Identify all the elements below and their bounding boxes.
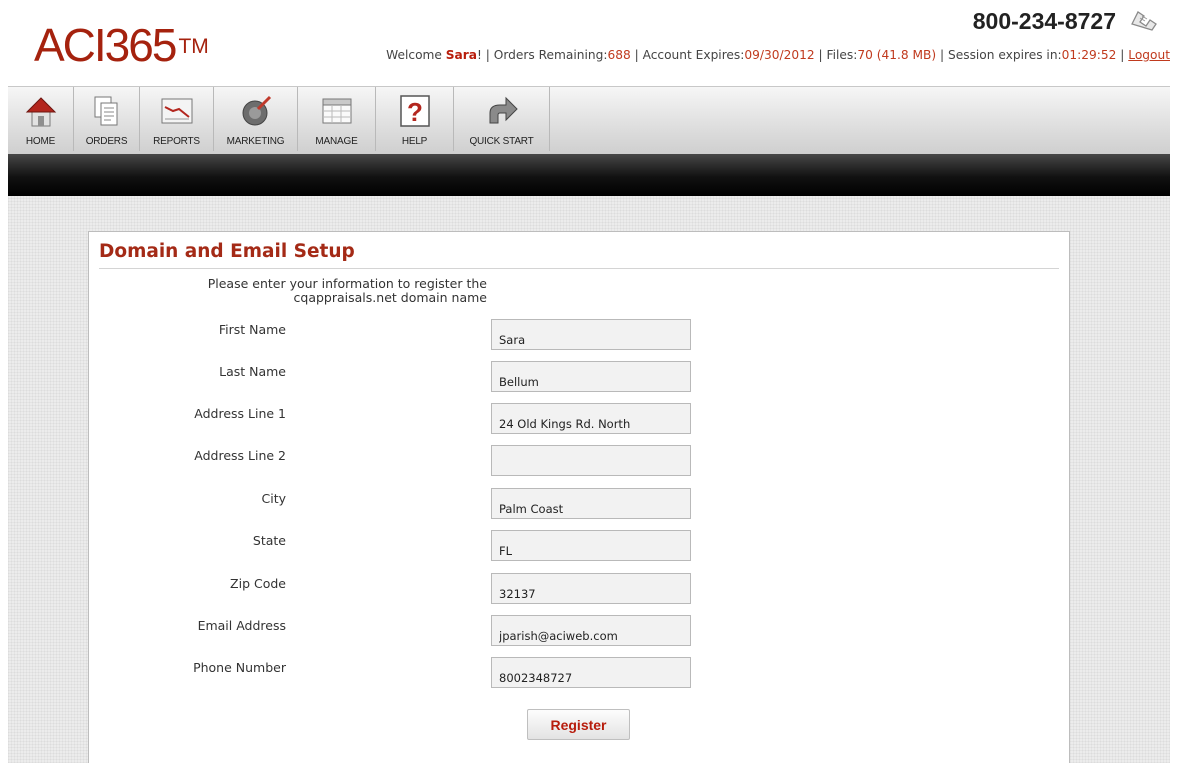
session-expires-label: | Session expires in: [936, 48, 1062, 62]
last-name-label: Last Name [219, 364, 286, 379]
intro-line-1: Please enter your information to registe… [207, 276, 487, 291]
form-row-email-address: Email Address [89, 615, 789, 647]
session-expires-value: 01:29:52 [1061, 48, 1117, 62]
toolbar-item-quick-start[interactable]: QUICK START [454, 87, 550, 151]
orders-remaining-label: ! | Orders Remaining: [477, 48, 608, 62]
toolbar-label-marketing: MARKETING [226, 136, 285, 147]
reports-icon [161, 98, 192, 124]
zip-code-field[interactable] [491, 573, 691, 604]
header: ACI365 TM 800-234-8727 Welcome Sara! | Or… [0, 0, 1178, 86]
help-icon: ? [399, 95, 430, 127]
city-label: City [261, 491, 287, 506]
files-label: | Files: [814, 48, 858, 62]
state-field[interactable] [491, 530, 691, 561]
account-expires-label: | Account Expires: [630, 48, 745, 62]
quick-start-icon [489, 96, 518, 124]
form-row-phone-number: Phone Number [89, 657, 789, 689]
address-line-1-field[interactable] [491, 403, 691, 434]
main-toolbar: HOME ORDERS REPORTS MARKETING MANAGE ? H… [8, 86, 1170, 154]
toolbar-label-home: HOME [25, 136, 56, 147]
toolbar-label-reports: REPORTS [153, 136, 200, 147]
svg-text:?: ? [407, 97, 423, 127]
orders-icon [94, 96, 117, 126]
toolbar-item-reports[interactable]: REPORTS [140, 87, 214, 151]
aci365-logo[interactable]: ACI365 TM [34, 20, 209, 70]
last-name-field[interactable] [491, 361, 691, 392]
city-field[interactable] [491, 488, 691, 519]
address-line-2-field[interactable] [491, 445, 691, 476]
nav-divider-bar [8, 154, 1170, 196]
first-name-field[interactable] [491, 319, 691, 350]
manage-icon [322, 98, 351, 124]
separator: | [1116, 48, 1129, 62]
account-expires-value: 09/30/2012 [744, 48, 815, 62]
state-label: State [252, 533, 286, 548]
register-button[interactable]: Register [527, 709, 630, 740]
title-divider [99, 268, 1059, 269]
files-value: 70 (41.8 MB) [857, 48, 937, 62]
toolbar-item-help[interactable]: ? HELP [376, 87, 454, 151]
toolbar-item-home[interactable]: HOME [8, 87, 74, 151]
welcome-prefix: Welcome [386, 48, 446, 62]
home-icon [25, 97, 56, 127]
page-title: Domain and Email Setup [99, 241, 355, 262]
toolbar-label-orders: ORDERS [85, 136, 128, 147]
account-status-line: Welcome Sara! | Orders Remaining:688 | A… [386, 48, 1170, 62]
orders-remaining-value: 688 [607, 48, 631, 62]
form-row-state: State [89, 530, 789, 562]
form-row-zip-code: Zip Code [89, 573, 789, 605]
form-row-city: City [89, 488, 789, 520]
form-row-last-name: Last Name [89, 361, 789, 393]
first-name-label: First Name [218, 322, 286, 337]
logout-link[interactable]: Logout [1128, 48, 1170, 62]
zip-code-label: Zip Code [230, 576, 286, 591]
form-row-first-name: First Name [89, 319, 789, 351]
email-address-field[interactable] [491, 615, 691, 646]
toolbar-label-manage: MANAGE [315, 136, 358, 147]
user-name: Sara [445, 48, 478, 62]
intro-line-2: cqappraisals.net domain name [293, 290, 487, 305]
address-line-2-label: Address Line 2 [194, 448, 286, 463]
logo-trademark: TM [178, 35, 209, 58]
logo-text: ACI365 [34, 19, 177, 71]
toolbar-item-marketing[interactable]: MARKETING [214, 87, 298, 151]
toolbar-item-manage[interactable]: MANAGE [298, 87, 376, 151]
form-row-address-line-2: Address Line 2 [89, 445, 789, 477]
toolbar-label-quick-start: QUICK START [469, 136, 534, 147]
form-row-address-line-1: Address Line 1 [89, 403, 789, 435]
phone-handset-icon [1131, 11, 1157, 31]
marketing-icon [242, 95, 271, 126]
address-line-1-label: Address Line 1 [194, 406, 286, 421]
domain-email-setup-panel: Domain and Email Setup Please enter your… [88, 231, 1070, 763]
intro-text: Please enter your information to registe… [67, 277, 487, 305]
phone-number-field[interactable] [491, 657, 691, 688]
phone-number-label: Phone Number [193, 660, 286, 675]
toolbar-item-orders[interactable]: ORDERS [74, 87, 140, 151]
phone-number: 800-234-8727 [972, 8, 1116, 34]
email-address-label: Email Address [197, 618, 286, 633]
toolbar-label-help: HELP [401, 136, 428, 147]
